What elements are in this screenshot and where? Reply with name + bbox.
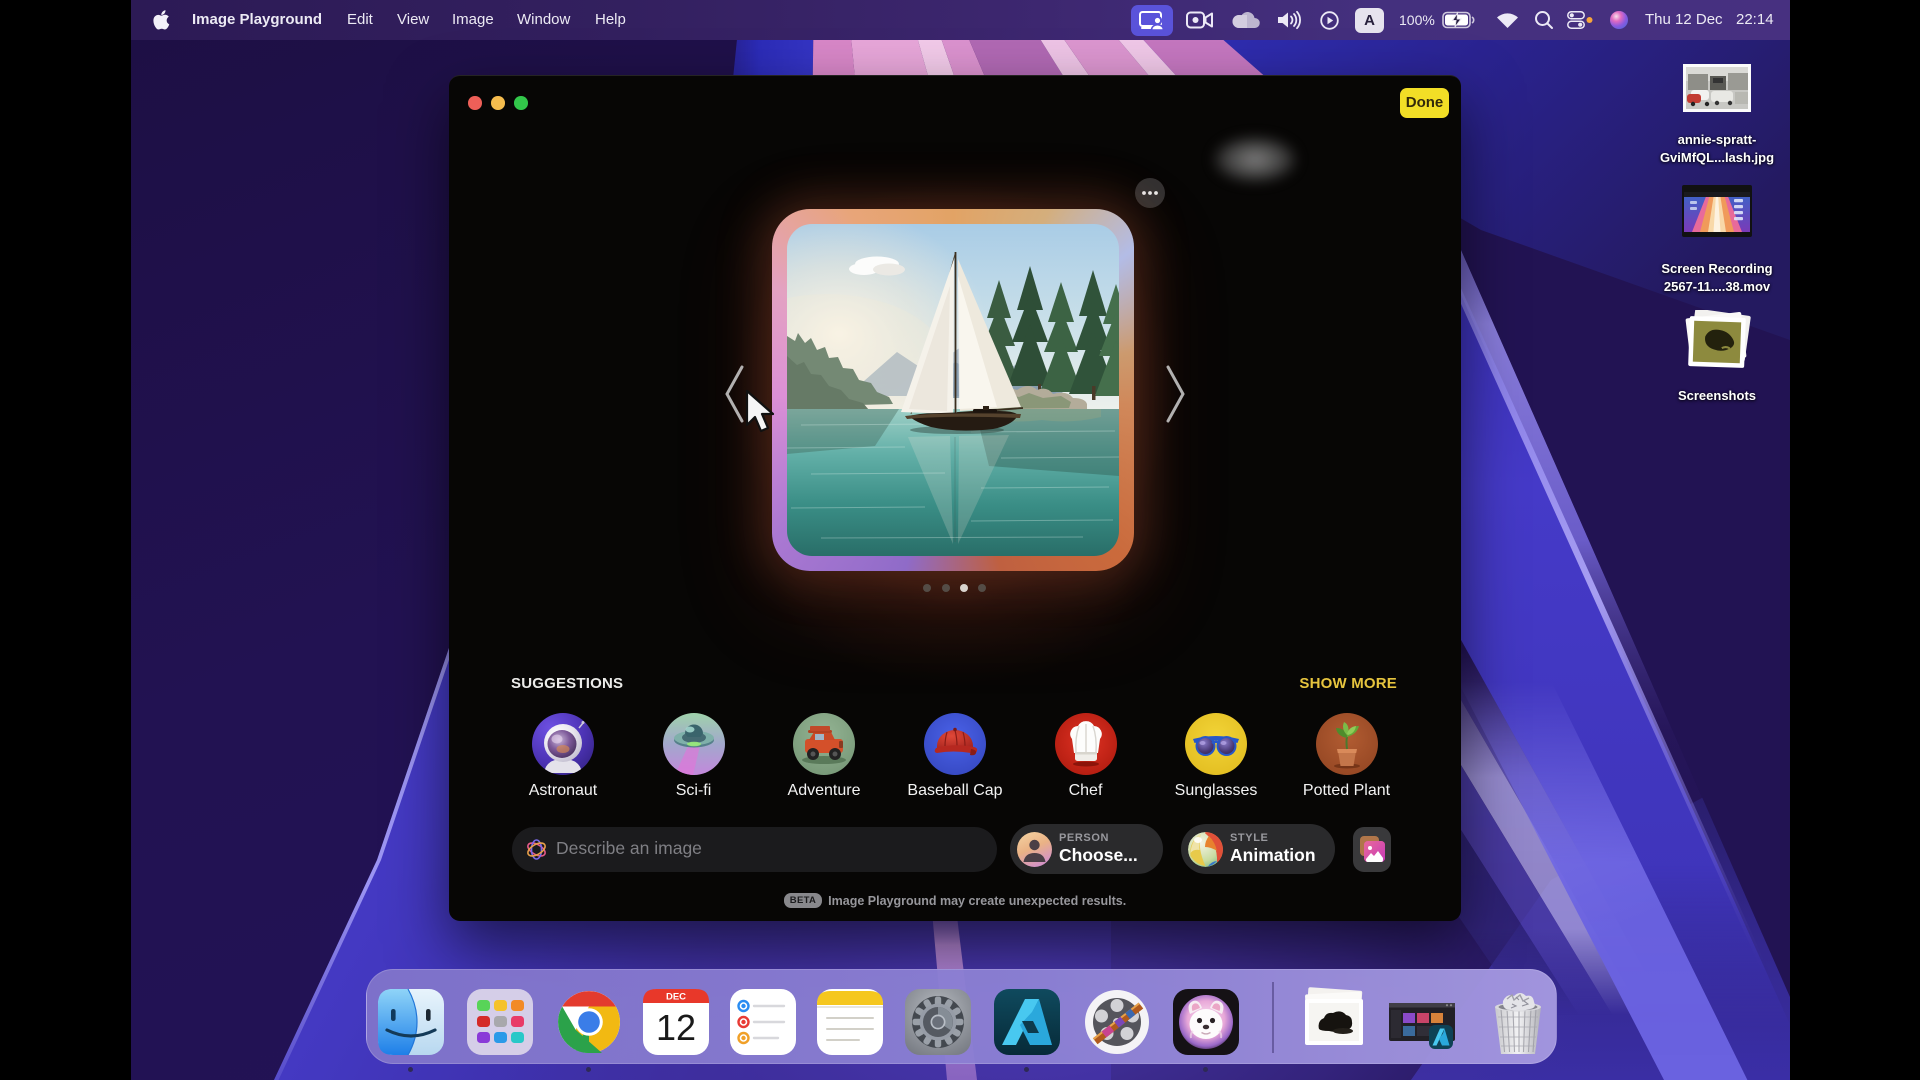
svg-text:DEC: DEC bbox=[666, 992, 686, 1003]
svg-text:12: 12 bbox=[656, 1007, 696, 1048]
